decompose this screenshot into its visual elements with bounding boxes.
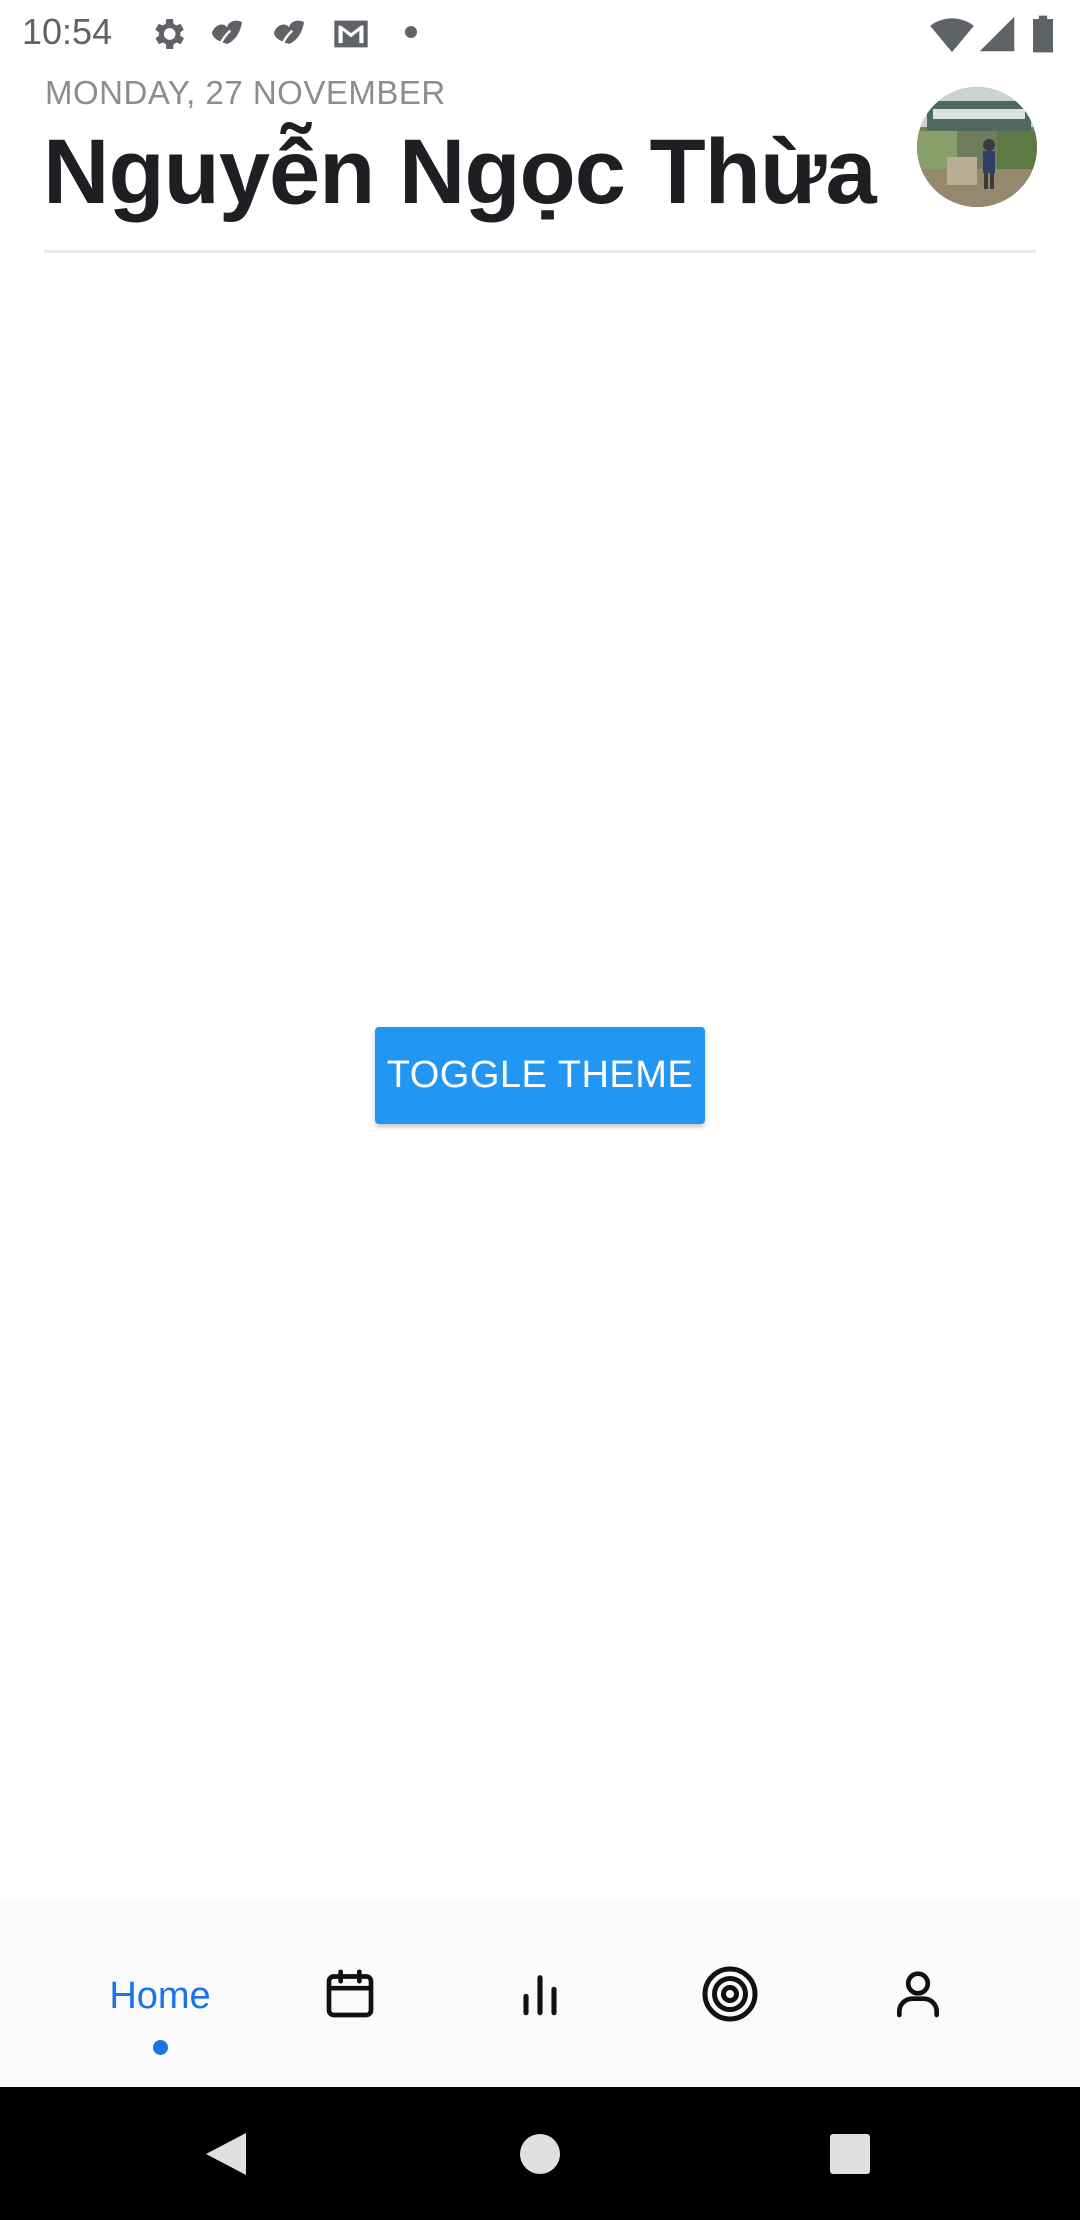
bar-chart-icon — [523, 1975, 557, 2016]
home-icon — [520, 2134, 560, 2174]
tab-home[interactable]: Home — [80, 1900, 240, 2087]
notification-dot-icon — [405, 26, 417, 38]
status-system-icons — [930, 14, 1070, 54]
status-time: 10:54 — [22, 11, 113, 52]
toggle-theme-button[interactable]: TOGGLE THEME — [375, 1027, 705, 1124]
user-icon — [897, 1971, 939, 2018]
calendar-icon — [326, 1969, 374, 2018]
profile-photo-icon — [917, 87, 1037, 207]
tab-profile[interactable] — [858, 1900, 978, 2087]
leaf-icon — [274, 20, 304, 45]
bottom-tab-bar: Home — [0, 1900, 1080, 2087]
tab-home-label: Home — [109, 1975, 211, 2017]
system-navigation-bar — [0, 2087, 1080, 2220]
nav-home-button[interactable] — [480, 2087, 600, 2220]
leaf-icon — [212, 20, 242, 45]
header-date: MONDAY, 27 NOVEMBER — [45, 74, 446, 111]
cellular-signal-icon — [979, 16, 1015, 52]
wifi-icon — [930, 18, 974, 53]
recents-icon — [830, 2134, 870, 2174]
tab-goals[interactable] — [670, 1900, 790, 2087]
page-title: Nguyễn Ngọc Thừa — [43, 121, 877, 223]
settings-icon — [155, 19, 184, 49]
header-divider — [44, 250, 1036, 253]
tab-calendar[interactable] — [290, 1900, 410, 2087]
gmail-icon — [334, 20, 368, 48]
nav-recents-button[interactable] — [790, 2087, 910, 2220]
back-icon — [206, 2133, 246, 2175]
home-screen: 10:54 MONDAY, 27 NOVEMBER Nguyễn Ngọc Th… — [0, 0, 1080, 2220]
status-bar: 10:54 — [0, 0, 1080, 64]
nav-back-button[interactable] — [166, 2087, 286, 2220]
tab-stats[interactable] — [480, 1900, 600, 2087]
active-tab-indicator — [153, 2040, 168, 2055]
avatar[interactable] — [917, 87, 1037, 207]
target-icon — [702, 1966, 758, 2022]
battery-icon — [1033, 15, 1053, 53]
